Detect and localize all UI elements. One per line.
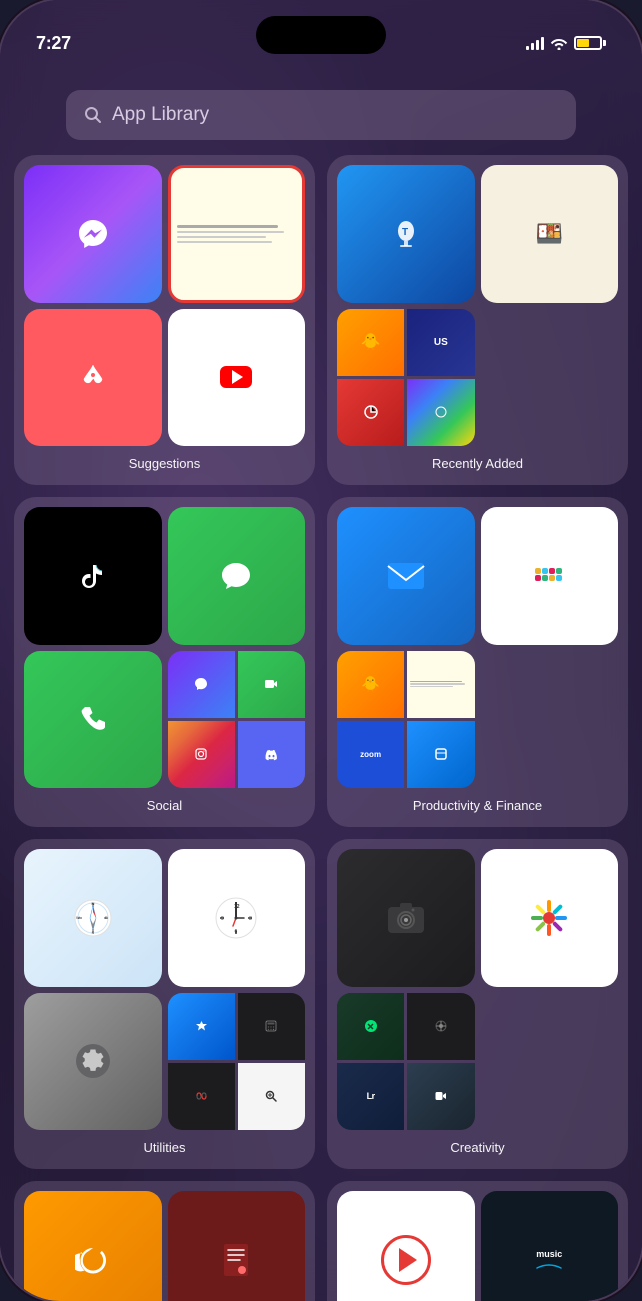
creativity-group: Lr Creativity — [327, 839, 628, 1169]
battery-icon — [574, 36, 606, 50]
utilities-mini-grid[interactable] — [168, 993, 306, 1131]
creativity-label: Creativity — [337, 1136, 618, 1159]
recently-added-label: Recently Added — [337, 452, 618, 475]
app-icon-audible[interactable] — [24, 1191, 162, 1301]
app-icon-amazon-music[interactable]: music — [481, 1191, 619, 1301]
social-label: Social — [24, 794, 305, 817]
app-icon-messenger[interactable] — [24, 165, 162, 303]
suggestions-group: Suggestions — [14, 155, 315, 485]
status-icons — [526, 36, 606, 50]
productivity-mini-grid[interactable]: 🐥 zoom — [337, 651, 475, 789]
app-icon-photos[interactable] — [481, 849, 619, 987]
app-icon-airbnb[interactable] — [24, 309, 162, 447]
productivity-group: 🐥 zoom — [327, 497, 628, 827]
app-library-search[interactable]: App Library — [66, 90, 576, 140]
svg-text:3: 3 — [249, 916, 252, 922]
app-icon-settings[interactable] — [24, 993, 162, 1131]
search-placeholder: App Library — [112, 104, 209, 126]
svg-text:E: E — [105, 915, 108, 920]
app-icon-kindle[interactable] — [168, 1191, 306, 1301]
svg-text:9: 9 — [221, 916, 224, 922]
app-icon-music-player[interactable] — [337, 1191, 475, 1301]
app-icon-mail[interactable] — [337, 507, 475, 645]
svg-text:N: N — [91, 901, 94, 906]
bottom-right-group: music — [327, 1181, 628, 1301]
phone-frame: 7:27 App Library — [0, 0, 642, 1301]
app-icon-safari[interactable]: N S W E — [24, 849, 162, 987]
app-icon-messages[interactable] — [168, 507, 306, 645]
social-mini-grid[interactable] — [168, 651, 306, 789]
recently-added-mini[interactable]: 🐥 US — [337, 309, 475, 447]
svg-text:6: 6 — [235, 929, 238, 935]
svg-text:S: S — [91, 930, 94, 935]
productivity-label: Productivity & Finance — [337, 794, 618, 817]
utilities-label: Utilities — [24, 1136, 305, 1159]
svg-text:W: W — [76, 915, 80, 920]
app-icon-phone[interactable] — [24, 651, 162, 789]
app-icon-talkatone[interactable]: T — [337, 165, 475, 303]
app-icon-notes[interactable] — [168, 165, 306, 303]
creativity-mini-grid[interactable]: Lr — [337, 993, 475, 1131]
search-icon — [84, 106, 102, 124]
dynamic-island — [256, 16, 386, 54]
recently-added-group: T 🍱 🐥 US — [327, 155, 628, 485]
app-icon-youtube[interactable] — [168, 309, 306, 447]
bottom-left-group — [14, 1181, 315, 1301]
svg-text:T: T — [402, 227, 408, 238]
wifi-icon — [550, 36, 568, 50]
app-icon-slack[interactable] — [481, 507, 619, 645]
app-icon-camera[interactable] — [337, 849, 475, 987]
social-group: Social — [14, 497, 315, 827]
suggestions-label: Suggestions — [24, 452, 305, 475]
app-icon-food-by-maria[interactable]: 🍱 — [481, 165, 619, 303]
utilities-group: N S W E — [14, 839, 315, 1169]
signal-icon — [526, 36, 544, 50]
app-icon-tiktok[interactable] — [24, 507, 162, 645]
status-time: 7:27 — [36, 33, 71, 54]
app-icon-clock[interactable]: 12 3 6 9 — [168, 849, 306, 987]
